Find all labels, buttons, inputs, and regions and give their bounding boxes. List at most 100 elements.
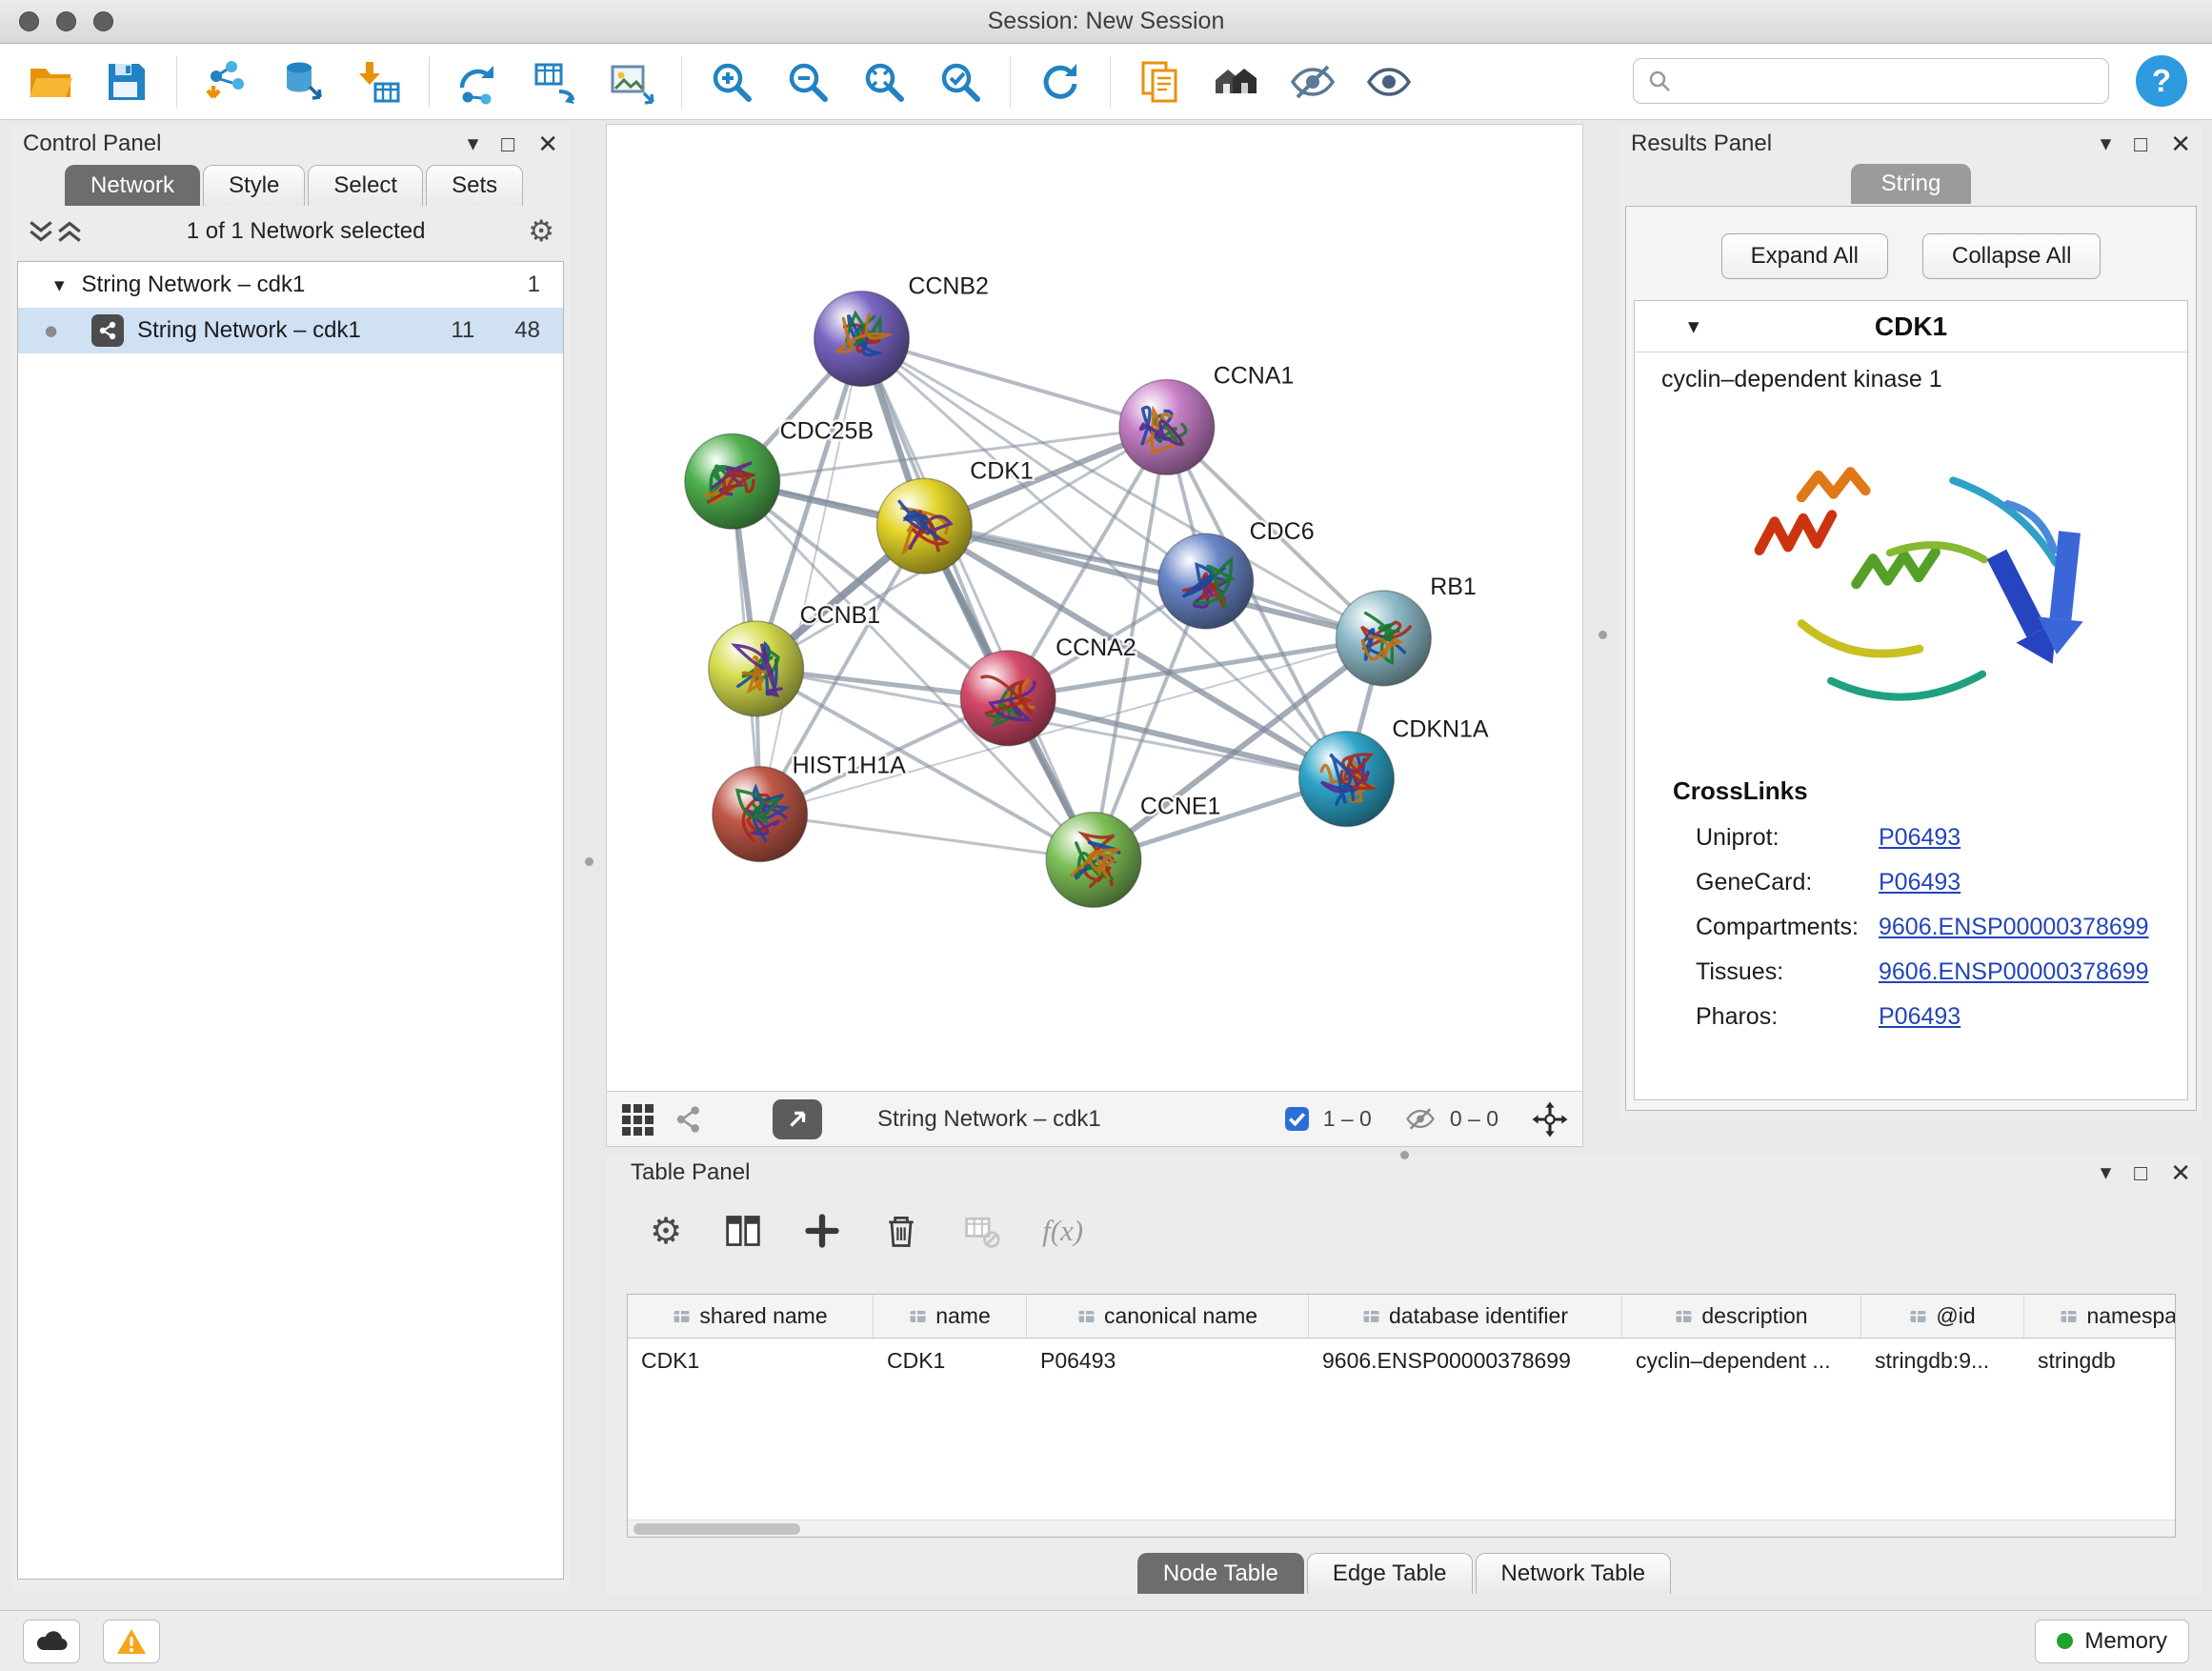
collapse-all-button[interactable]: Collapse All bbox=[1922, 233, 2101, 279]
network-node-hist1h1a[interactable]: HIST1H1A bbox=[713, 753, 906, 862]
show-all-button[interactable] bbox=[1359, 52, 1418, 111]
open-session-button[interactable] bbox=[21, 52, 80, 111]
share-view-icon[interactable] bbox=[674, 1104, 704, 1135]
zoom-window-button[interactable] bbox=[93, 11, 113, 31]
search-box[interactable] bbox=[1633, 58, 2109, 104]
new-network-from-selection-button[interactable] bbox=[450, 52, 509, 111]
cloud-status-button[interactable] bbox=[23, 1620, 80, 1663]
delete-column-icon[interactable] bbox=[882, 1212, 920, 1250]
splitter-handle[interactable] bbox=[585, 857, 593, 866]
float-panel-icon[interactable]: □ bbox=[2134, 1162, 2147, 1184]
import-network-from-file-button[interactable] bbox=[197, 52, 256, 111]
protein-card-header[interactable]: ▾ CDK1 bbox=[1635, 301, 2187, 352]
apply-layout-button[interactable] bbox=[1031, 52, 1090, 111]
panel-menu-icon[interactable]: ▾ bbox=[2101, 133, 2112, 155]
close-panel-icon[interactable]: ✕ bbox=[537, 131, 558, 156]
pan-crosshair-icon[interactable] bbox=[1531, 1100, 1569, 1138]
crosslink-link[interactable]: P06493 bbox=[1879, 869, 1961, 896]
table-cell[interactable]: stringdb bbox=[2024, 1339, 2176, 1382]
network-node-rb1[interactable]: RB1 bbox=[1337, 574, 1477, 686]
network-node-ccnb1[interactable]: CCNB1 bbox=[709, 602, 880, 716]
tab-network-table[interactable]: Network Table bbox=[1476, 1553, 1672, 1594]
memory-button[interactable]: Memory bbox=[2035, 1620, 2189, 1663]
expand-all-icon[interactable] bbox=[55, 219, 84, 244]
detach-view-button[interactable] bbox=[773, 1099, 822, 1139]
add-column-icon[interactable] bbox=[804, 1213, 840, 1249]
collapse-all-icon[interactable] bbox=[27, 219, 55, 244]
table-cell[interactable]: CDK1 bbox=[874, 1339, 1027, 1382]
float-panel-icon[interactable]: □ bbox=[2134, 133, 2147, 155]
network-overview-button[interactable] bbox=[1207, 52, 1266, 111]
network-edge-hist1h1a-ccne1[interactable] bbox=[760, 815, 1094, 860]
tab-edge-table[interactable]: Edge Table bbox=[1307, 1553, 1473, 1594]
collapse-section-icon[interactable]: ▾ bbox=[1688, 314, 1699, 339]
network-node-cdc6[interactable]: CDC6 bbox=[1158, 518, 1315, 629]
horizontal-scrollbar[interactable] bbox=[628, 1520, 2175, 1537]
network-edge-ccnb2-ccne1[interactable] bbox=[861, 339, 1094, 860]
network-node-cdkn1a[interactable]: CDKN1A bbox=[1299, 716, 1489, 827]
close-panel-icon[interactable]: ✕ bbox=[2170, 131, 2191, 156]
import-table-from-file-button[interactable] bbox=[350, 52, 409, 111]
expand-all-button[interactable]: Expand All bbox=[1721, 233, 1888, 279]
hidden-eye-slash-icon[interactable] bbox=[1404, 1106, 1437, 1132]
hide-selected-button[interactable] bbox=[1283, 52, 1342, 111]
crosslink-link[interactable]: 9606.ENSP00000378699 bbox=[1879, 914, 2149, 941]
gear-icon[interactable]: ⚙ bbox=[528, 214, 554, 249]
network-canvas[interactable]: CCNB2CCNA1CDC25BCDK1CDC6RB1CCNB1CCNA2CDK… bbox=[606, 124, 1583, 1092]
tree-caret-icon[interactable]: ▾ bbox=[54, 273, 65, 296]
network-node-ccna1[interactable]: CCNA1 bbox=[1119, 362, 1294, 474]
close-panel-icon[interactable]: ✕ bbox=[2170, 1160, 2191, 1185]
save-session-button[interactable] bbox=[97, 52, 156, 111]
table-cell[interactable]: CDK1 bbox=[628, 1339, 874, 1382]
table-cell[interactable]: cyclin–dependent ... bbox=[1622, 1339, 1861, 1382]
search-input[interactable] bbox=[1681, 69, 2108, 94]
network-collection-row[interactable]: ▾ String Network – cdk1 1 bbox=[18, 262, 563, 308]
minimize-window-button[interactable] bbox=[56, 11, 76, 31]
column-header-canonical-name[interactable]: canonical name bbox=[1027, 1295, 1309, 1338]
warnings-button[interactable] bbox=[103, 1620, 160, 1663]
crosslink-link[interactable]: P06493 bbox=[1879, 824, 1961, 852]
import-network-from-database-button[interactable] bbox=[273, 52, 332, 111]
tab-string[interactable]: String bbox=[1851, 164, 1972, 204]
network-node-cdc25b[interactable]: CDC25B bbox=[685, 417, 874, 529]
column-header-database-identifier[interactable]: database identifier bbox=[1309, 1295, 1622, 1338]
close-window-button[interactable] bbox=[19, 11, 39, 31]
crosslink-link[interactable]: P06493 bbox=[1879, 1003, 1961, 1031]
tab-style[interactable]: Style bbox=[203, 165, 305, 206]
table-cell[interactable]: 9606.ENSP00000378699 bbox=[1309, 1339, 1622, 1382]
table-row[interactable]: CDK1CDK1P064939606.ENSP00000378699cyclin… bbox=[628, 1339, 2175, 1382]
column-header-shared-name[interactable]: shared name bbox=[628, 1295, 874, 1338]
copy-button[interactable] bbox=[1131, 52, 1190, 111]
grid-view-icon[interactable] bbox=[620, 1102, 654, 1137]
column-header--id[interactable]: @id bbox=[1861, 1295, 2024, 1338]
export-image-button[interactable] bbox=[602, 52, 661, 111]
network-graph[interactable]: CCNB2CCNA1CDC25BCDK1CDC6RB1CCNB1CCNA2CDK… bbox=[607, 125, 1582, 1091]
splitter-handle[interactable] bbox=[1400, 1151, 1409, 1159]
scrollbar-thumb[interactable] bbox=[633, 1523, 800, 1535]
zoom-in-button[interactable] bbox=[702, 52, 761, 111]
tab-select[interactable]: Select bbox=[308, 165, 423, 206]
network-edge-cdk1-rb1[interactable] bbox=[924, 526, 1383, 638]
column-header-name[interactable]: name bbox=[874, 1295, 1027, 1338]
crosslink-link[interactable]: 9606.ENSP00000378699 bbox=[1879, 958, 2149, 986]
show-columns-icon[interactable] bbox=[724, 1212, 762, 1250]
table-cell[interactable]: P06493 bbox=[1027, 1339, 1309, 1382]
zoom-out-button[interactable] bbox=[778, 52, 837, 111]
new-table-from-selection-button[interactable] bbox=[526, 52, 585, 111]
tab-network[interactable]: Network bbox=[65, 165, 200, 206]
network-node-cdk1[interactable]: CDK1 bbox=[876, 457, 1033, 574]
panel-menu-icon[interactable]: ▾ bbox=[2101, 1162, 2112, 1184]
table-cell[interactable]: stringdb:9... bbox=[1861, 1339, 2024, 1382]
network-row-selected[interactable]: ● String Network – cdk1 11 48 bbox=[18, 308, 563, 353]
panel-menu-icon[interactable]: ▾ bbox=[468, 133, 479, 155]
zoom-fit-button[interactable] bbox=[855, 52, 914, 111]
zoom-selected-button[interactable] bbox=[931, 52, 990, 111]
table-settings-gear-icon[interactable]: ⚙ bbox=[650, 1210, 682, 1252]
tab-node-table[interactable]: Node Table bbox=[1137, 1553, 1304, 1594]
float-panel-icon[interactable]: □ bbox=[501, 133, 514, 155]
network-edge-ccnb2-hist1h1a[interactable] bbox=[760, 339, 862, 815]
tab-sets[interactable]: Sets bbox=[426, 165, 523, 206]
help-button[interactable]: ? bbox=[2136, 55, 2187, 107]
column-header-description[interactable]: description bbox=[1622, 1295, 1861, 1338]
splitter-handle[interactable] bbox=[1599, 631, 1607, 639]
